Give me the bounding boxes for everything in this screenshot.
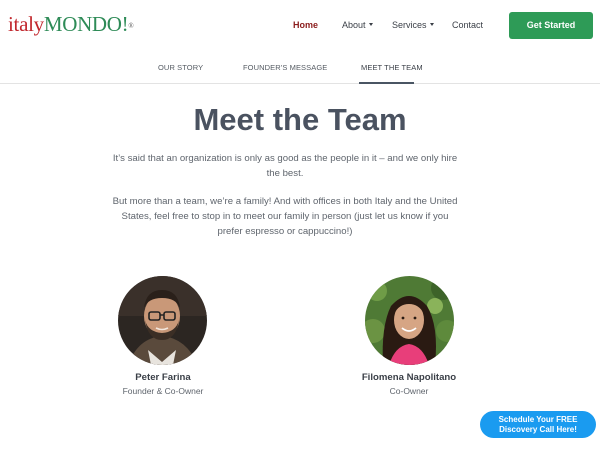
- logo-text-italy: italy: [8, 12, 44, 36]
- page-subnav: OUR STORY FOUNDER'S MESSAGE MEET THE TEA…: [0, 50, 600, 84]
- active-tab-indicator: [359, 82, 414, 84]
- logo-text-mondo: MONDO: [43, 12, 122, 36]
- nav-about-label: About: [342, 20, 366, 30]
- team-member-name: Filomena Napolitano: [361, 372, 457, 383]
- tab-our-story[interactable]: OUR STORY: [158, 63, 203, 72]
- chevron-down-icon: [368, 23, 373, 27]
- schedule-discovery-call-button[interactable]: Schedule Your FREE Discovery Call Here!: [480, 411, 596, 438]
- tab-meet-the-team[interactable]: MEET THE TEAM: [361, 63, 423, 72]
- schedule-line-1: Schedule Your FREE: [498, 414, 578, 424]
- nav-contact[interactable]: Contact: [452, 20, 483, 31]
- team-member-role: Co-Owner: [389, 386, 429, 396]
- team-member-role: Founder & Co-Owner: [122, 386, 204, 396]
- avatar-peter-farina: [118, 276, 207, 365]
- logo-registered-mark: ®: [128, 22, 134, 30]
- nav-home[interactable]: Home: [293, 20, 318, 31]
- body-paragraph: But more than a team, we’re a family! An…: [112, 196, 458, 237]
- page-title: Meet the Team: [193, 102, 407, 137]
- intro-paragraph: It’s said that an organization is only a…: [112, 153, 458, 179]
- schedule-line-2: Discovery Call Here!: [499, 424, 577, 434]
- tab-founders-message[interactable]: FOUNDER'S MESSAGE: [243, 63, 327, 72]
- team-member-name: Peter Farina: [135, 372, 191, 383]
- chevron-down-icon: [429, 23, 434, 27]
- site-header: italyMONDO!® Home About Services Contact…: [0, 0, 600, 50]
- site-logo[interactable]: italyMONDO!®: [8, 12, 134, 36]
- nav-services[interactable]: Services: [392, 20, 434, 31]
- nav-services-label: Services: [392, 20, 427, 30]
- nav-about[interactable]: About: [342, 20, 373, 31]
- get-started-button[interactable]: Get Started: [509, 12, 593, 39]
- avatar-filomena-napolitano: [365, 276, 454, 365]
